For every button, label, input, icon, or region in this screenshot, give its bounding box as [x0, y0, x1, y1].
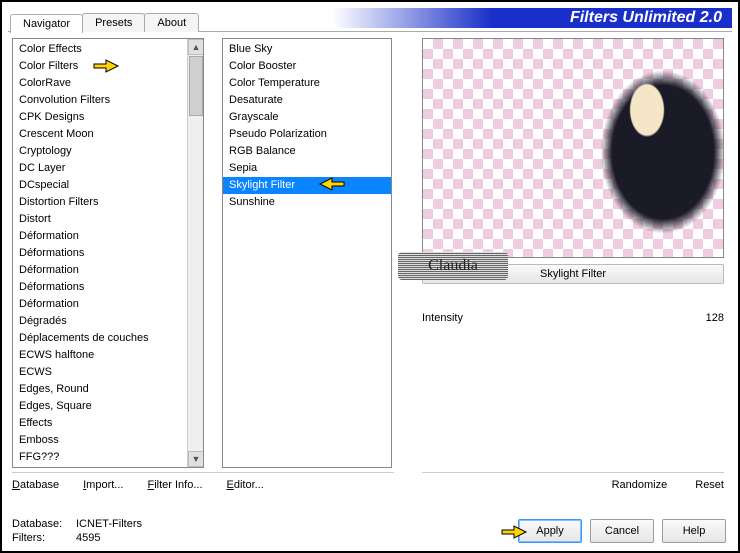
list-item[interactable]: Sunshine [223, 194, 391, 211]
preview-image [583, 47, 724, 257]
tab-label: Navigator [23, 18, 70, 30]
button-label: Help [683, 525, 706, 537]
list-item[interactable]: Dégradés [13, 313, 187, 330]
list-item[interactable]: Distortion Filters [13, 194, 187, 211]
list-item[interactable]: Déformation [13, 262, 187, 279]
button-label: Apply [536, 525, 564, 537]
tab-label: Presets [95, 17, 132, 29]
list-item[interactable]: Blue Sky [223, 41, 391, 58]
list-item[interactable]: Crescent Moon [13, 126, 187, 143]
cancel-button[interactable]: Cancel [590, 519, 654, 543]
apply-button[interactable]: Apply [518, 519, 582, 543]
list-item[interactable]: Distort [13, 211, 187, 228]
list-item[interactable]: Color Booster [223, 58, 391, 75]
param-label: Intensity [422, 312, 463, 324]
watermark-text: Claudia [428, 257, 478, 274]
tab-label: About [157, 17, 186, 29]
import-button[interactable]: Import... [83, 479, 123, 498]
reset-button[interactable]: Reset [695, 479, 724, 498]
app-title-band: Filters Unlimited 2.0 [332, 8, 732, 28]
tab-presets[interactable]: Presets [82, 13, 145, 32]
list-item[interactable]: CPK Designs [13, 109, 187, 126]
scrollbar[interactable]: ▲ ▼ [187, 39, 203, 467]
status-filters-value: 4595 [76, 531, 100, 545]
dialog-buttons: Apply Cancel Help [518, 519, 726, 543]
category-list[interactable]: Color EffectsColor FiltersColorRaveConvo… [12, 38, 204, 468]
list-item[interactable]: Sepia [223, 160, 391, 177]
list-item[interactable]: DCspecial [13, 177, 187, 194]
status-area: Database: ICNET-Filters Filters: 4595 [12, 517, 142, 545]
list-item[interactable]: Déformation [13, 296, 187, 313]
database-button[interactable]: Database [12, 479, 59, 498]
list-item[interactable]: Emboss [13, 432, 187, 449]
list-item[interactable]: DC Layer [13, 160, 187, 177]
scroll-thumb[interactable] [189, 56, 203, 116]
list-item[interactable]: Pseudo Polarization [223, 126, 391, 143]
list-item[interactable]: Grayscale [223, 109, 391, 126]
list-item[interactable]: Color Temperature [223, 75, 391, 92]
button-label: Cancel [605, 525, 639, 537]
randomize-button[interactable]: Randomize [612, 479, 668, 498]
list-item[interactable]: Déformations [13, 245, 187, 262]
status-database-label: Database: [12, 517, 70, 531]
list-item[interactable]: Cryptology [13, 143, 187, 160]
filter-name-text: Skylight Filter [540, 268, 606, 280]
filter-list-inner: Blue SkyColor BoosterColor TemperatureDe… [223, 39, 391, 467]
status-database-value: ICNET-Filters [76, 517, 142, 531]
tab-navigator[interactable]: Navigator [10, 14, 83, 33]
param-row: Intensity 128 [422, 312, 724, 324]
list-item[interactable]: Desaturate [223, 92, 391, 109]
left-toolbar: Database Import... Filter Info... Editor… [12, 472, 394, 498]
tab-about[interactable]: About [144, 13, 199, 32]
param-value: 128 [706, 312, 724, 324]
list-item[interactable]: Skylight Filter [223, 177, 391, 194]
list-item[interactable]: Effects [13, 415, 187, 432]
list-item[interactable]: ColorRave [13, 75, 187, 92]
list-item[interactable]: Edges, Round [13, 381, 187, 398]
filter-list[interactable]: Blue SkyColor BoosterColor TemperatureDe… [222, 38, 392, 468]
list-item[interactable]: Déformations [13, 279, 187, 296]
help-button[interactable]: Help [662, 519, 726, 543]
watermark: Claudia [398, 252, 508, 280]
list-item[interactable]: ECWS halftone [13, 347, 187, 364]
list-item[interactable]: RGB Balance [223, 143, 391, 160]
list-item[interactable]: Déplacements de couches [13, 330, 187, 347]
filter-info-button[interactable]: Filter Info... [147, 479, 202, 498]
scroll-up-icon[interactable]: ▲ [188, 39, 204, 55]
preview-pane [422, 38, 724, 258]
list-item[interactable]: Convolution Filters [13, 92, 187, 109]
list-item[interactable]: ECWS [13, 364, 187, 381]
list-item[interactable]: Déformation [13, 228, 187, 245]
list-item[interactable]: Color Effects [13, 41, 187, 58]
editor-button[interactable]: Editor... [227, 479, 264, 498]
right-toolbar: Randomize Reset [422, 472, 724, 498]
list-item[interactable]: FFG??? [13, 449, 187, 466]
list-item[interactable]: Edges, Square [13, 398, 187, 415]
list-item[interactable]: Color Filters [13, 58, 187, 75]
app-title: Filters Unlimited 2.0 [570, 9, 722, 26]
scroll-down-icon[interactable]: ▼ [188, 451, 204, 467]
category-list-inner: Color EffectsColor FiltersColorRaveConvo… [13, 39, 187, 467]
status-filters-label: Filters: [12, 531, 70, 545]
tab-bar: Navigator Presets About [10, 10, 198, 32]
